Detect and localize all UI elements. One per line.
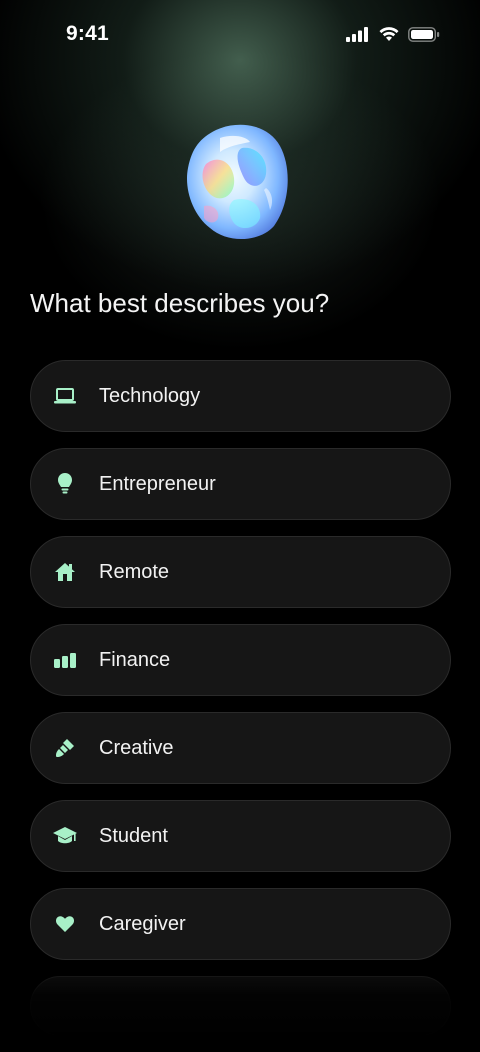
bottom-fade-overlay (0, 960, 480, 1039)
option-student[interactable]: Student (30, 800, 451, 872)
option-label: Student (99, 824, 168, 847)
bar-chart-icon (53, 648, 77, 672)
laptop-icon (53, 384, 77, 408)
wifi-icon (379, 27, 399, 41)
option-entrepreneur[interactable]: Entrepreneur (30, 448, 451, 520)
lightbulb-icon (53, 472, 77, 496)
option-label: Caregiver (99, 912, 186, 935)
option-remote[interactable]: Remote (30, 536, 451, 608)
option-label: Technology (99, 384, 201, 407)
option-technology[interactable]: Technology (30, 360, 451, 432)
option-label: Entrepreneur (99, 472, 216, 495)
cellular-signal-icon (346, 26, 368, 42)
paintbrush-icon (53, 736, 77, 760)
heart-icon (53, 912, 77, 936)
occupation-options-list: Technology Entrepreneur Remote Finance C… (30, 360, 451, 1052)
status-bar: 9:41 (0, 0, 480, 70)
status-time: 9:41 (66, 22, 109, 45)
home-icon (53, 560, 77, 584)
option-finance[interactable]: Finance (30, 624, 451, 696)
option-label: Finance (99, 648, 171, 671)
option-creative[interactable]: Creative (30, 712, 451, 784)
option-label: Creative (99, 736, 174, 759)
option-caregiver[interactable]: Caregiver (30, 888, 451, 960)
graduation-cap-icon (53, 824, 77, 848)
battery-icon (408, 26, 440, 42)
page-heading: What best describes you? (30, 288, 330, 318)
status-icons (346, 26, 440, 42)
opal-gem-image (186, 124, 288, 240)
option-label: Remote (99, 560, 170, 583)
